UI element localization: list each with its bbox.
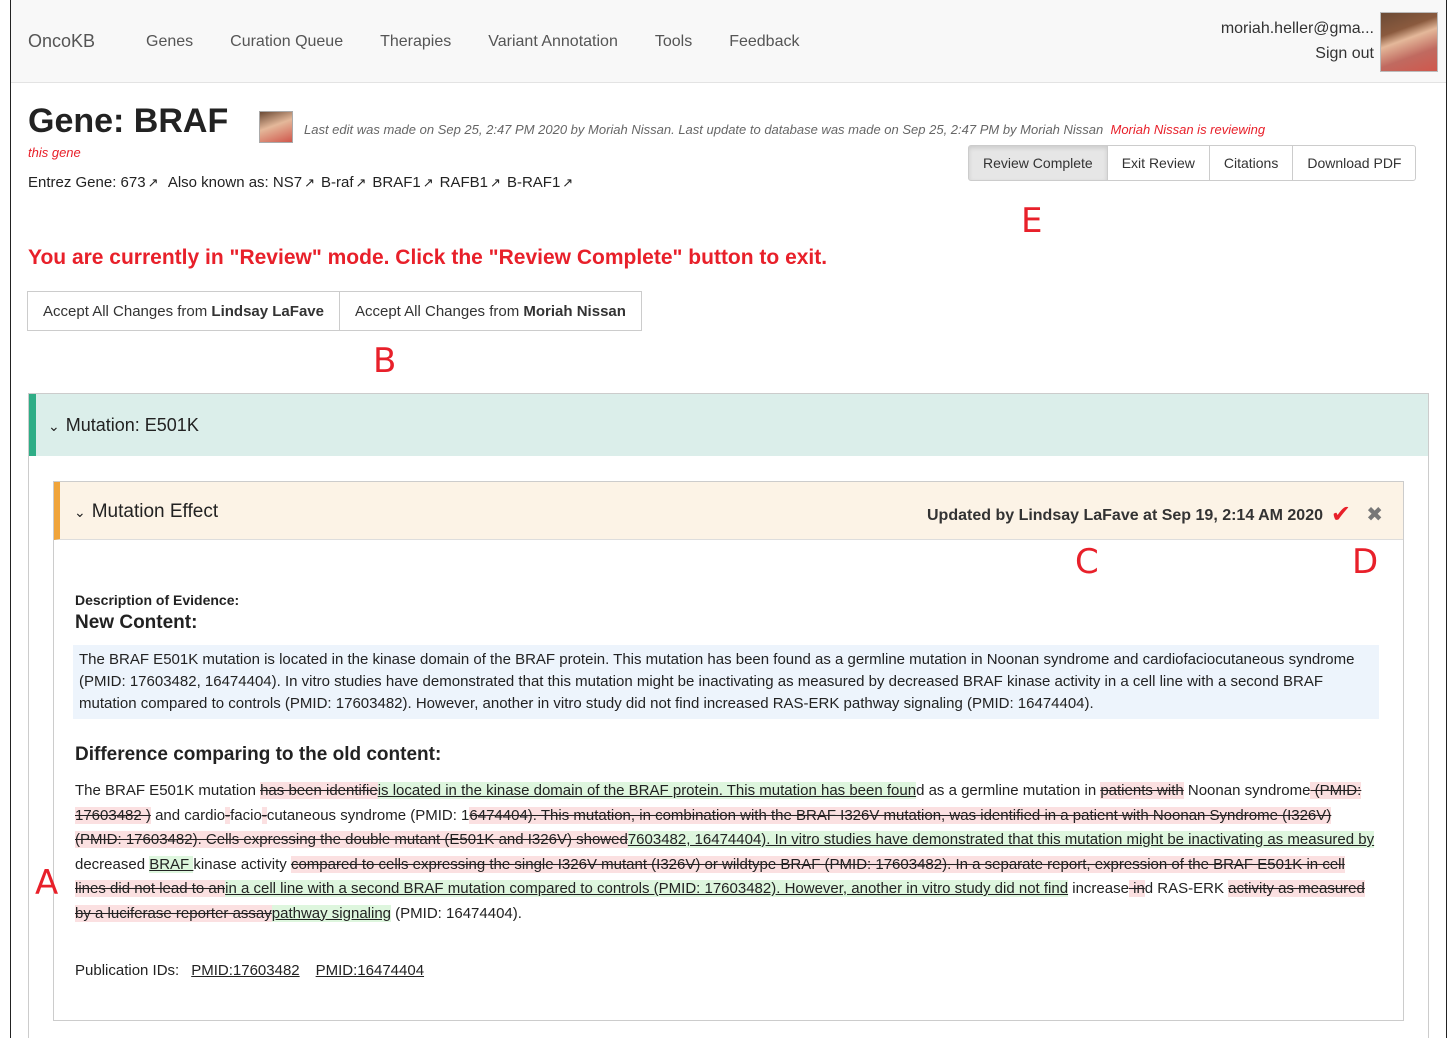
diff-unchanged: cutaneous syndrome (PMID: 1 xyxy=(266,806,470,824)
external-link-icon[interactable]: ↗ xyxy=(356,175,367,191)
brand-logo[interactable]: OncoKB xyxy=(28,31,95,52)
diff-unchanged: facio xyxy=(230,806,262,824)
review-mode-message: You are currently in "Review" mode. Clic… xyxy=(28,246,828,269)
download-pdf-button[interactable]: Download PDF xyxy=(1292,145,1417,181)
external-link-icon[interactable]: ↗ xyxy=(304,175,315,191)
new-content-heading: New Content: xyxy=(75,612,198,633)
accept-prefix: Accept All Changes from xyxy=(354,302,520,320)
accept-prefix: Accept All Changes from xyxy=(43,302,208,320)
updated-by: Updated by Lindsay LaFave at Sep 19, 2:1… xyxy=(927,507,1323,524)
annotation-a: A xyxy=(35,863,59,903)
diff-unchanged: The BRAF E501K mutation xyxy=(75,782,261,799)
publication-ids: Publication IDs: PMID:17603482 PMID:164744… xyxy=(75,962,424,979)
mutation-effect-panel: ⌄ Mutation Effect Updated by Lindsay LaFa… xyxy=(53,481,1404,1021)
page-title: Gene: BRAF xyxy=(28,102,229,140)
annotation-d: D xyxy=(1352,542,1379,582)
diff-unchanged: and cardio xyxy=(150,806,226,824)
editor-avatar xyxy=(259,111,293,143)
gene-aliases: Entrez Gene: 673 ↗ Also known as: NS7 ↗ B-r… xyxy=(28,174,579,191)
accept-buttons: Accept All Changes from Lindsay LaFave A… xyxy=(27,291,642,331)
external-link-icon[interactable]: ↗ xyxy=(490,175,501,191)
alias-link[interactable]: NS7 xyxy=(273,174,302,191)
mutation-panel: ⌄ Mutation: E501K ⌄ Mutation Effect Update… xyxy=(28,393,1429,1038)
last-edit-text: Last edit was made on Sep 25, 2:47 PM 20… xyxy=(304,122,1104,137)
diff-unchanged: d RAS-ERK xyxy=(1144,880,1229,897)
review-complete-button[interactable]: Review Complete xyxy=(968,145,1108,181)
nav-tools[interactable]: Tools xyxy=(655,33,692,51)
user-email: moriah.heller@gma... xyxy=(1220,20,1374,37)
diff-inserted: 7603482, 16474404). In vitro studies hav… xyxy=(627,831,1375,848)
navbar: OncoKB Genes Curation Queue Therapies Va… xyxy=(11,0,1446,83)
chevron-down-icon[interactable]: ⌄ xyxy=(74,504,86,521)
diff-deleted: patients with xyxy=(1100,782,1184,799)
diff-inserted: BRAF xyxy=(149,855,194,873)
nav-therapies[interactable]: Therapies xyxy=(380,33,451,51)
citations-button[interactable]: Citations xyxy=(1208,145,1294,181)
external-link-icon[interactable]: ↗ xyxy=(148,175,159,191)
publication-label: Publication IDs: xyxy=(75,962,180,979)
edit-info: Last edit was made on Sep 25, 2:47 PM 20… xyxy=(304,122,1265,137)
alias-link[interactable]: B-raf xyxy=(321,174,354,191)
sign-out-link[interactable]: Sign out xyxy=(1315,45,1374,63)
chevron-down-icon[interactable]: ⌄ xyxy=(48,418,60,435)
new-content-text: The BRAF E501K mutation is located in th… xyxy=(73,645,1379,719)
mutation-title: ⌄ Mutation: E501K xyxy=(48,415,199,436)
accept-user2-name: Moriah Nissan xyxy=(523,302,626,320)
pmid-link[interactable]: PMID:16474404 xyxy=(316,962,424,979)
diff-unchanged: kinase activity xyxy=(193,855,291,873)
app-frame: OncoKB Genes Curation Queue Therapies Va… xyxy=(10,0,1447,1038)
external-link-icon[interactable]: ↗ xyxy=(562,175,573,191)
pmid-link[interactable]: PMID:17603482 xyxy=(191,962,299,979)
reject-change-icon[interactable]: ✖ xyxy=(1366,502,1383,527)
diff-unchanged: decreased xyxy=(75,855,150,873)
reviewing-notice: Moriah Nissan is reviewing xyxy=(1110,122,1266,137)
diff-content: The BRAF E501K mutation has been identif… xyxy=(75,779,1375,926)
nav-curation-queue[interactable]: Curation Queue xyxy=(230,33,343,51)
diff-deleted: has been identifie xyxy=(260,782,378,799)
diff-deleted: in xyxy=(1128,880,1145,897)
alias-link[interactable]: BRAF1 xyxy=(372,174,420,191)
nav-feedback[interactable]: Feedback xyxy=(729,33,799,51)
diff-inserted: pathway signaling xyxy=(271,904,392,922)
accept-user1-name: Lindsay LaFave xyxy=(211,302,324,320)
alias-link[interactable]: B-RAF1 xyxy=(507,174,560,191)
external-link-icon[interactable]: ↗ xyxy=(423,175,434,191)
entrez-label[interactable]: Entrez Gene: 673 xyxy=(28,174,146,191)
mutation-effect-header[interactable]: ⌄ Mutation Effect Updated by Lindsay LaFa… xyxy=(54,482,1403,540)
mutation-effect-title: ⌄ Mutation Effect xyxy=(74,501,218,523)
annotation-e: E xyxy=(1021,201,1043,241)
user-avatar[interactable] xyxy=(1380,12,1438,72)
mutation-effect-title-text: Mutation Effect xyxy=(91,501,219,522)
nav-genes[interactable]: Genes xyxy=(146,33,193,51)
nav-variant-annotation[interactable]: Variant Annotation xyxy=(488,33,618,51)
gene-toolbar: Review Complete Exit Review Citations Do… xyxy=(968,145,1417,181)
reviewing-notice-cont: this gene xyxy=(28,145,81,160)
accept-user2-button[interactable]: Accept All Changes from Moriah Nissan xyxy=(338,291,642,331)
nav-links: Genes Curation Queue Therapies Variant A… xyxy=(146,33,836,51)
mutation-title-text: Mutation: E501K xyxy=(65,415,199,435)
diff-inserted: is located in the kinase domain of the B… xyxy=(377,782,917,799)
exit-review-button[interactable]: Exit Review xyxy=(1106,145,1210,181)
annotation-c: C xyxy=(1075,542,1099,582)
accept-user1-button[interactable]: Accept All Changes from Lindsay LaFave xyxy=(27,291,340,331)
accept-change-icon[interactable]: ✔ xyxy=(1331,500,1351,529)
diff-unchanged: d as a germline mutation in xyxy=(916,782,1101,799)
alias-link[interactable]: RAFB1 xyxy=(440,174,488,191)
aka-label: Also known as: xyxy=(167,174,269,191)
annotation-b: B xyxy=(373,341,397,381)
diff-unchanged: increase xyxy=(1068,880,1129,897)
description-label: Description of Evidence: xyxy=(75,592,240,608)
diff-unchanged: (PMID: 16474404). xyxy=(391,904,522,922)
diff-heading: Difference comparing to the old content: xyxy=(75,744,442,765)
mutation-header[interactable]: ⌄ Mutation: E501K xyxy=(29,394,1428,456)
diff-inserted: in a cell line with a second BRAF mutati… xyxy=(225,880,1069,897)
diff-unchanged: Noonan syndrome xyxy=(1183,782,1311,799)
